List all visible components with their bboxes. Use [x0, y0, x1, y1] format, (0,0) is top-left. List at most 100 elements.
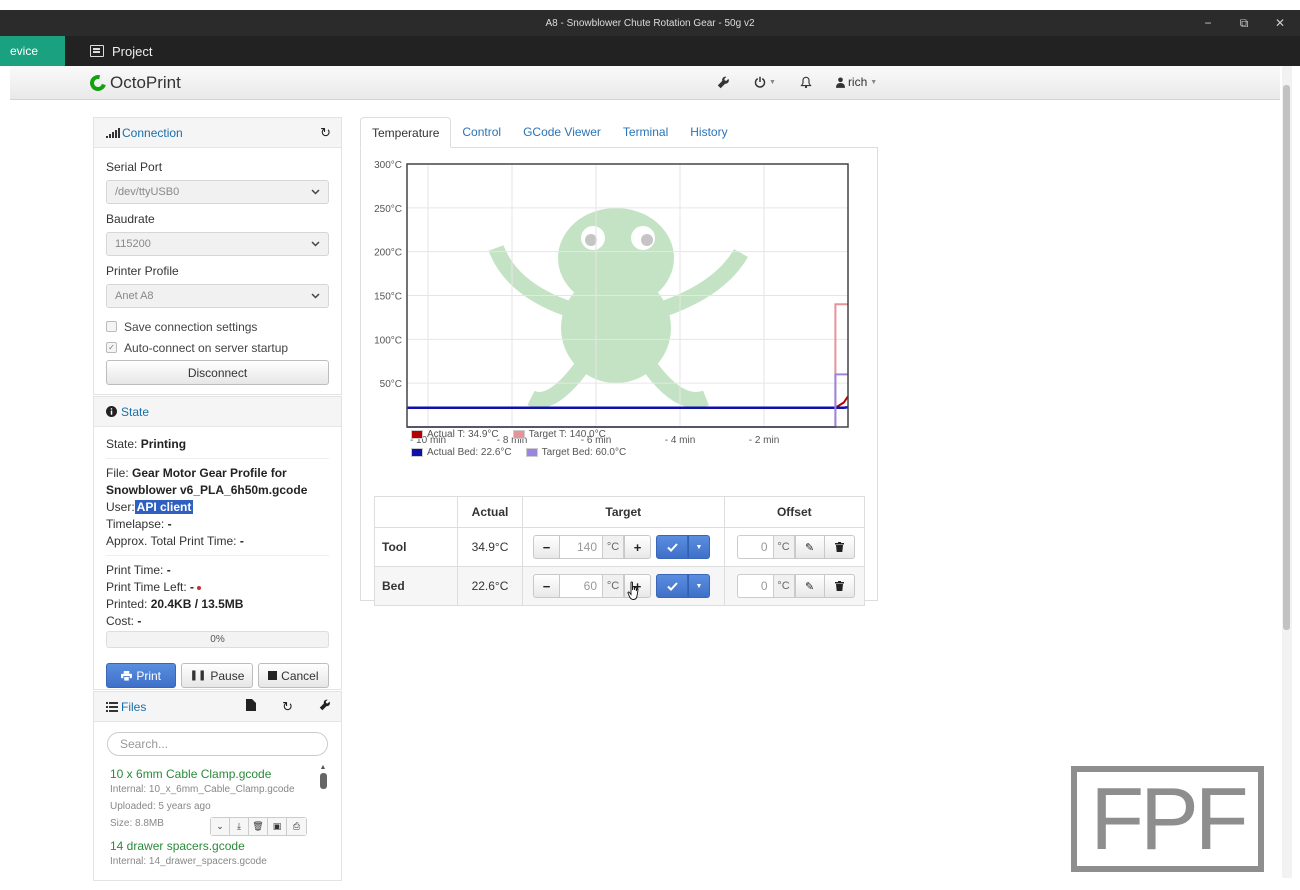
print-time-label: Print Time:	[106, 563, 164, 577]
tool-offset-edit-button[interactable]: ✎	[794, 535, 825, 559]
bed-target-input[interactable]: 60	[560, 574, 602, 598]
bed-increment-button[interactable]: +	[624, 574, 651, 600]
pause-button[interactable]: ❚❚ Pause	[181, 663, 253, 688]
file-list-item[interactable]: 10 x 6mm Cable Clamp.gcode Internal: 10_…	[105, 767, 341, 836]
tab-terminal[interactable]: Terminal	[612, 117, 679, 147]
bed-offset-input[interactable]: 0	[736, 574, 773, 598]
cancel-button[interactable]: Cancel	[257, 663, 329, 688]
divider	[106, 555, 329, 556]
tool-increment-button[interactable]: +	[624, 535, 651, 559]
tool-target-dropdown[interactable]: ▼	[688, 535, 710, 559]
x-tick-label: - 2 min	[749, 435, 780, 446]
file-search-input[interactable]: Search...	[107, 732, 328, 756]
file-name[interactable]: 14 drawer spacers.gcode	[110, 839, 341, 853]
trash-icon[interactable]: 🗑	[249, 818, 268, 835]
state-user-line: User: API client	[106, 499, 329, 516]
project-tab[interactable]: Project	[90, 44, 152, 59]
user-value: API client	[134, 500, 194, 514]
bed-offset-cell: 0 °C ✎	[723, 566, 866, 606]
serial-port-select[interactable]: /dev/ttyUSB0	[106, 180, 329, 204]
state-label: State:	[106, 437, 138, 451]
tool-target-cell: − 140 °C + ▼	[522, 527, 725, 567]
caret-down-icon: ▼	[870, 78, 878, 86]
bed-set-target-button[interactable]	[656, 574, 688, 598]
temperature-chart: 300°C 250°C 200°C 150°C 100°C 50°C - 10 min - 8…	[361, 158, 879, 458]
connection-header[interactable]: Connection ↻	[94, 118, 341, 148]
bed-actual: 22.6°C	[457, 566, 523, 606]
tab-history[interactable]: History	[679, 117, 738, 147]
file-list-item[interactable]: 14 drawer spacers.gcode Internal: 14_dra…	[105, 839, 341, 870]
pencil-icon: ✎	[804, 541, 815, 554]
legend-item: Actual T: 34.9°C	[411, 429, 499, 440]
state-header[interactable]: State	[94, 397, 341, 427]
file-internal: Internal: 10_x_6mm_Cable_Clamp.gcode	[110, 784, 295, 795]
connection-panel: Connection ↻ Serial Port /dev/ttyUSB0 Ba…	[93, 117, 342, 395]
print-button-label: Print	[136, 668, 162, 683]
file-name[interactable]: 10 x 6mm Cable Clamp.gcode	[110, 767, 341, 781]
save-connection-checkbox[interactable]	[106, 321, 117, 332]
x-tick-label: - 4 min	[665, 435, 696, 446]
y-tick-label: 50°C	[380, 379, 402, 390]
bed-target-cell: − 60 °C + ▼	[522, 566, 725, 606]
octoprint-brand[interactable]: OctoPrint	[87, 72, 181, 94]
tool-offset-delete-button[interactable]	[824, 535, 855, 559]
auto-connect-checkbox-row[interactable]: ✓ Auto-connect on server startup	[106, 337, 329, 358]
brand-label: OctoPrint	[110, 73, 181, 92]
restore-button[interactable]: ⧉	[1236, 16, 1252, 31]
user-label: User:	[106, 500, 135, 514]
tab-control[interactable]: Control	[451, 117, 512, 147]
printer-profile-select[interactable]: Anet A8	[106, 284, 329, 308]
save-connection-checkbox-row[interactable]: Save connection settings	[106, 316, 329, 337]
page-scrollbar-thumb[interactable]	[1283, 85, 1290, 630]
bell-icon[interactable]	[788, 76, 824, 89]
print-time-value: -	[166, 563, 171, 577]
pause-icon: ❚❚	[189, 670, 207, 681]
refresh-icon[interactable]: ↻	[320, 125, 331, 141]
tool-decrement-button[interactable]: −	[533, 535, 560, 559]
main-content: Temperature Control GCode Viewer Termina…	[360, 117, 879, 606]
printer-profile-value: Anet A8	[115, 290, 154, 302]
timelapse-value: -	[167, 517, 172, 531]
new-file-icon[interactable]	[246, 699, 257, 715]
wrench-icon[interactable]	[319, 699, 331, 715]
bed-offset-delete-button[interactable]	[824, 574, 855, 598]
main-tabs: Temperature Control GCode Viewer Termina…	[360, 117, 878, 148]
tool-actual: 34.9°C	[457, 527, 523, 567]
state-panel: State State: Printing File: Gear Motor G…	[93, 396, 342, 690]
info-icon	[106, 406, 117, 417]
baudrate-select[interactable]: 115200	[106, 232, 329, 256]
tool-set-target-button[interactable]	[656, 535, 688, 559]
refresh-icon[interactable]: ↻	[282, 699, 293, 715]
device-tab[interactable]: evice	[0, 36, 65, 66]
bed-offset-edit-button[interactable]: ✎	[794, 574, 825, 598]
auto-connect-checkbox[interactable]: ✓	[106, 342, 117, 353]
expand-icon[interactable]: ⌄	[211, 818, 230, 835]
tab-gcode-viewer[interactable]: GCode Viewer	[512, 117, 612, 147]
signal-icon	[106, 127, 120, 138]
folder-icon[interactable]: ▣	[268, 818, 287, 835]
print-button[interactable]: Print	[106, 663, 177, 688]
user-menu[interactable]: rich ▼	[824, 75, 889, 89]
power-menu[interactable]: ▼	[742, 76, 788, 88]
files-header[interactable]: Files ↻	[94, 692, 341, 722]
bed-target-dropdown[interactable]: ▼	[688, 574, 710, 598]
printed-value: 20.4KB / 13.5MB	[150, 597, 244, 611]
stop-icon	[268, 671, 278, 680]
disconnect-button[interactable]: Disconnect	[106, 360, 329, 385]
temperature-chart-svg: 300°C250°C200°C150°C100°C50°C- 10 min - 8…	[374, 160, 849, 446]
download-icon[interactable]: ⤓	[230, 818, 249, 835]
minimize-button[interactable]: −	[1200, 16, 1216, 30]
print-file-icon[interactable]: ⎙	[287, 818, 306, 835]
bed-decrement-button[interactable]: −	[533, 574, 560, 598]
tab-temperature[interactable]: Temperature	[360, 117, 452, 148]
time-left-label: Print Time Left:	[106, 580, 187, 594]
close-window-button[interactable]: ✕	[1272, 16, 1288, 30]
settings-wrench-icon[interactable]	[705, 76, 742, 89]
file-internal: Internal: 14_drawer_spacers.gcode	[110, 856, 267, 867]
time-left-value: -	[190, 580, 195, 594]
timelapse-label: Timelapse:	[106, 517, 165, 531]
table-row-bed: Bed 22.6°C − 60 °C + ▼ 0 °C ✎	[374, 566, 866, 606]
auto-connect-label: Auto-connect on server startup	[124, 340, 289, 355]
tool-target-input[interactable]: 140	[560, 535, 602, 559]
tool-offset-input[interactable]: 0	[736, 535, 773, 559]
